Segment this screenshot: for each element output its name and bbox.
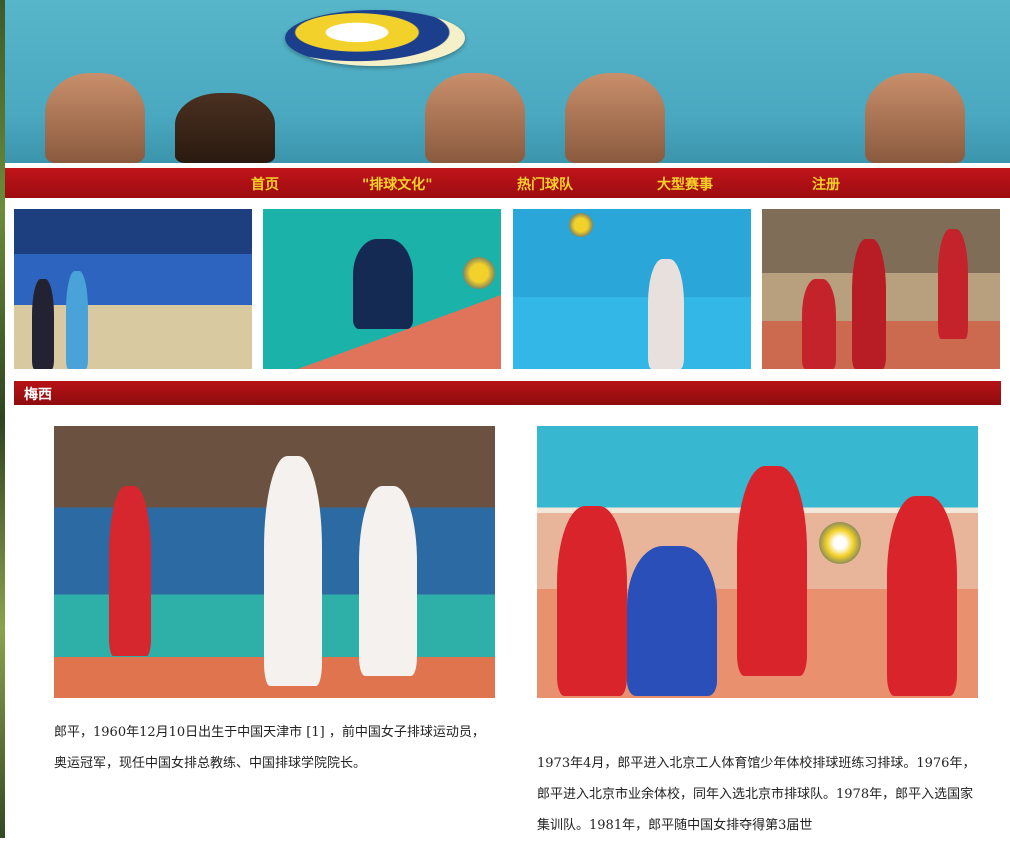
volleyball-graphic <box>285 10 465 66</box>
player-figure <box>109 486 151 656</box>
player-figure <box>852 239 886 369</box>
section-title: 梅西 <box>24 387 52 403</box>
gallery-image-team-match[interactable] <box>762 209 1000 369</box>
hand-graphic <box>45 73 145 163</box>
player-figure <box>264 456 322 686</box>
gallery-image-player-spike[interactable] <box>263 209 501 369</box>
player-figure <box>557 506 627 696</box>
article-photo-2 <box>537 426 978 698</box>
player-figure <box>66 271 88 369</box>
hand-graphic <box>865 73 965 163</box>
nav-popular-teams[interactable]: 热门球队 <box>517 174 573 194</box>
player-figure <box>802 279 836 369</box>
player-figure <box>353 239 413 329</box>
player-figure <box>938 229 968 339</box>
section-header: 梅西 <box>14 381 1001 405</box>
hand-graphic <box>565 73 665 163</box>
gallery-image-beach-volleyball[interactable] <box>14 209 252 369</box>
volleyball-graphic <box>463 257 495 289</box>
hand-graphic <box>425 73 525 163</box>
player-figure <box>627 546 717 696</box>
hand-graphic <box>175 93 275 163</box>
nav-home[interactable]: 首页 <box>251 174 279 194</box>
player-figure <box>648 259 684 369</box>
nav-major-events[interactable]: 大型赛事 <box>657 174 713 194</box>
article-paragraph-career: 1973年4月，郎平进入北京工人体育馆少年体校排球班练习排球。1976年，郎平进… <box>537 756 976 833</box>
volleyball-graphic <box>569 213 593 237</box>
article-photo-1 <box>54 426 495 698</box>
nav-volleyball-culture[interactable]: "排球文化" <box>362 174 433 194</box>
article-paragraph-intro: 郎平，1960年12月10日出生于中国天津市 [1] ，前中国女子排球运动员，奥… <box>54 725 485 771</box>
nav-register[interactable]: 注册 <box>812 174 840 194</box>
player-figure <box>887 496 957 696</box>
header-banner-image <box>5 0 1010 163</box>
main-nav: 首页 "排球文化" 热门球队 大型赛事 注册 <box>5 168 1010 198</box>
volleyball-graphic <box>819 522 861 564</box>
player-figure <box>737 466 807 676</box>
gallery-image-player-serve[interactable] <box>513 209 751 369</box>
player-figure <box>359 486 417 676</box>
player-figure <box>32 279 54 369</box>
